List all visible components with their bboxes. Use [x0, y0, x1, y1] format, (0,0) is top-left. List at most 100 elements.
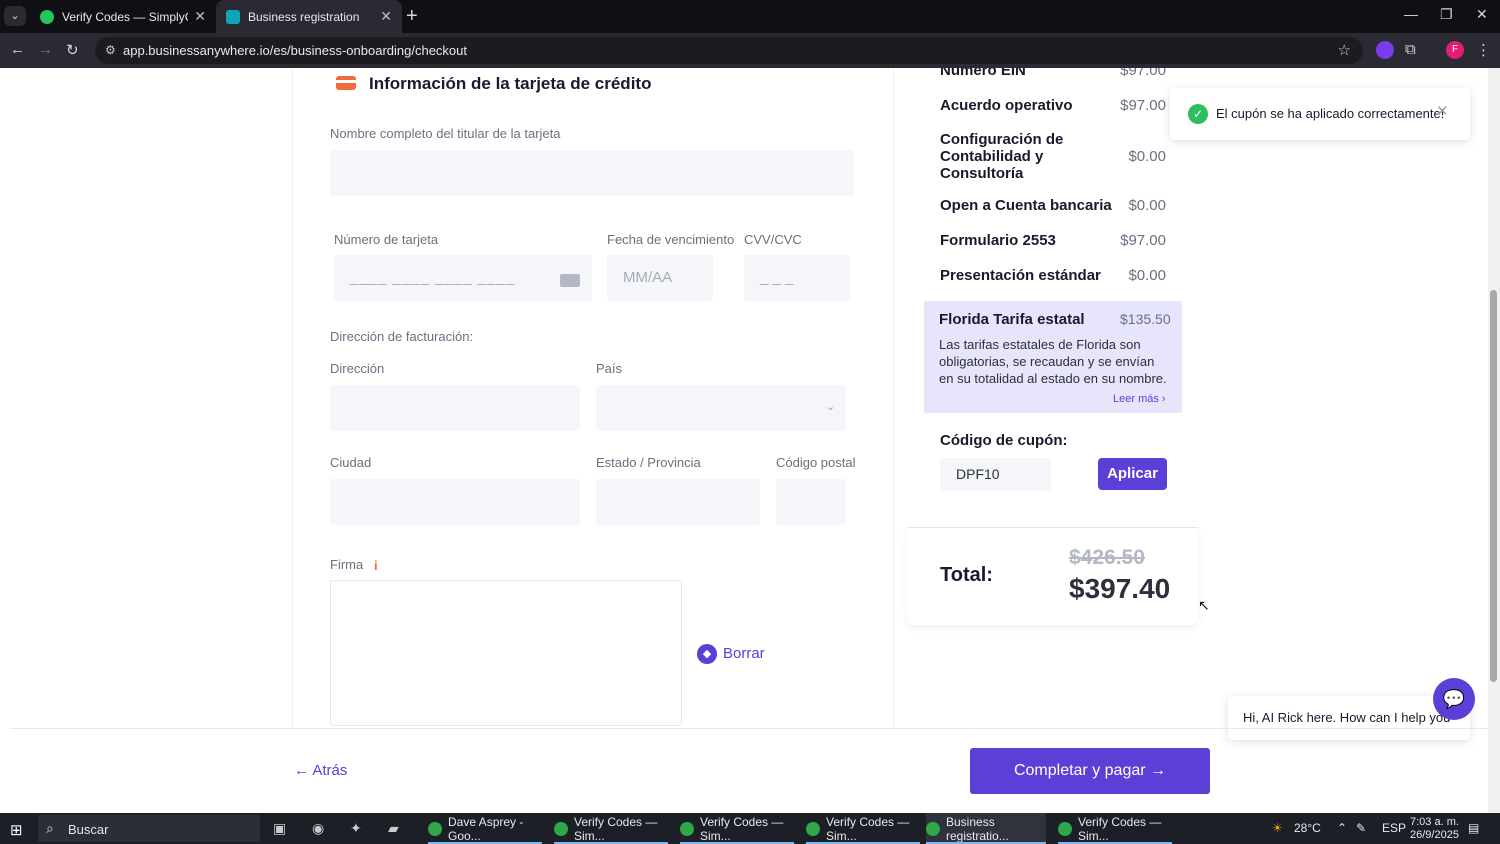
temperature[interactable]: 28°C — [1294, 821, 1321, 835]
cvv-input[interactable]: _ _ _ — [744, 255, 850, 301]
new-tab-icon[interactable]: + — [406, 5, 418, 27]
extension-icon[interactable] — [1376, 41, 1394, 59]
arrow-left-icon: ← — [294, 762, 309, 779]
city-label: Ciudad — [330, 455, 372, 470]
expiry-input[interactable]: MM/AA — [607, 255, 713, 301]
back-icon[interactable]: ← — [10, 41, 25, 58]
back-label: Atrás — [312, 762, 348, 779]
language-indicator[interactable]: ESP — [1382, 821, 1406, 835]
windows-taskbar: ⊞ ⌕ Buscar ▣ ◉ ✦ ▰ Dave Asprey - Goo... … — [0, 813, 1500, 844]
state-input[interactable] — [596, 479, 760, 525]
browser-tab-verify-codes[interactable]: Verify Codes — SimplyCodes ✕ — [30, 0, 216, 33]
task-view-icon[interactable]: ▣ — [273, 820, 286, 837]
zip-input[interactable] — [776, 479, 846, 525]
taskbar-app[interactable]: Business registratio... — [926, 813, 1046, 844]
state-fee-price: $135.50 — [1120, 311, 1171, 327]
signature-label: Firma — [330, 557, 364, 572]
taskbar-app[interactable]: Verify Codes — Sim... — [1058, 813, 1172, 844]
close-tab-icon[interactable]: ✕ — [380, 8, 392, 25]
summary-row: Open a Cuenta bancaria $0.00 — [940, 197, 1166, 214]
original-total: $426.50 — [1069, 546, 1145, 569]
country-select[interactable]: ⌄ — [596, 385, 846, 431]
chrome-icon — [926, 821, 940, 836]
chevron-down-icon: ⌄ — [826, 401, 836, 413]
card-number-input[interactable]: ____ ____ ____ ____ — [334, 255, 592, 301]
cvv-label: CVV/CVC — [744, 232, 802, 247]
info-icon[interactable]: i — [374, 558, 378, 573]
summary-item-name: Acuerdo operativo — [940, 97, 1073, 114]
state-label: Estado / Provincia — [596, 455, 701, 470]
summary-item-price: $97.00 — [1120, 232, 1166, 249]
scrollbar-thumb[interactable] — [1490, 290, 1497, 682]
pay-label: Completar y pagar — [1013, 762, 1146, 779]
summary-row: Formulario 2553 $97.00 — [940, 232, 1166, 249]
signature-pad[interactable] — [330, 580, 682, 726]
expiry-label: Fecha de vencimiento — [607, 232, 735, 247]
address-label: Dirección — [330, 361, 385, 376]
notification-icon[interactable]: ▤ — [1468, 821, 1479, 835]
browser-tab-bar: ⌄ Verify Codes — SimplyCodes ✕ Business … — [0, 0, 1500, 33]
file-explorer-icon[interactable]: ▰ — [388, 820, 399, 837]
weather-icon[interactable]: ☀ — [1272, 821, 1283, 835]
url-bar[interactable]: ⚙ app.businessanywhere.io/es/business-on… — [95, 37, 1363, 64]
chrome-icon — [806, 821, 820, 836]
apply-coupon-button[interactable]: Aplicar — [1098, 458, 1167, 490]
site-info-icon[interactable]: ⚙ — [105, 43, 116, 57]
clock[interactable]: 7:03 a. m. 26/9/2025 — [1410, 816, 1459, 842]
city-input[interactable] — [330, 479, 580, 525]
cardholder-label: Nombre completo del titular de la tarjet… — [330, 126, 561, 141]
minimize-icon[interactable]: — — [1404, 6, 1418, 22]
summary-item-name: Formulario 2553 — [940, 232, 1056, 249]
summary-item-price: $0.00 — [1128, 148, 1166, 165]
check-circle-icon: ✓ — [1188, 104, 1208, 124]
back-button[interactable]: ← Atrás — [294, 762, 347, 779]
taskbar-search[interactable]: ⌕ Buscar — [38, 815, 260, 842]
complete-and-pay-button[interactable]: Completar y pagar → — [970, 748, 1210, 794]
pen-icon[interactable]: ✎ — [1356, 821, 1366, 835]
taskbar-app-label: Verify Codes — Sim... — [574, 814, 658, 843]
chrome-icon[interactable]: ◉ — [312, 820, 324, 837]
chevron-up-icon[interactable]: ⌃ — [1337, 821, 1347, 835]
scrollbar[interactable] — [1488, 68, 1500, 813]
summary-item-price: $0.00 — [1128, 267, 1166, 284]
summary-item-price: $97.00 — [1120, 68, 1166, 79]
search-text: Buscar — [68, 822, 109, 837]
taskbar-app[interactable]: Verify Codes — Sim... — [806, 813, 920, 844]
windows-start-icon[interactable]: ⊞ — [10, 821, 23, 839]
tab-search-icon[interactable]: ⌄ — [4, 6, 26, 26]
maximize-icon[interactable]: ❐ — [1440, 6, 1453, 23]
read-more-label: Leer más — [1113, 393, 1159, 405]
chrome-icon — [428, 821, 442, 836]
expiry-placeholder: MM/AA — [623, 269, 673, 286]
taskbar-app-label: Verify Codes — Sim... — [826, 814, 910, 843]
address-input[interactable] — [330, 385, 580, 431]
profile-avatar[interactable]: F — [1446, 41, 1464, 59]
taskbar-app[interactable]: Verify Codes — Sim... — [554, 813, 668, 844]
read-more-link[interactable]: Leer más › — [1113, 393, 1166, 405]
chat-widget-icon[interactable]: 💬 — [1433, 678, 1475, 720]
taskbar-app[interactable]: Verify Codes — Sim... — [680, 813, 794, 844]
eraser-icon[interactable]: ◆ — [697, 644, 717, 664]
forward-icon[interactable]: → — [38, 41, 53, 58]
clear-signature-button[interactable]: Borrar — [723, 645, 765, 662]
reload-icon[interactable]: ↻ — [66, 41, 79, 59]
app-icon[interactable]: ✦ — [350, 820, 362, 837]
browser-tab-business-registration[interactable]: Business registration ✕ — [216, 0, 402, 33]
state-fee-name: Florida Tarifa estatal — [939, 311, 1085, 328]
country-label: País — [596, 361, 623, 376]
close-window-icon[interactable]: ✕ — [1476, 6, 1488, 23]
zip-label: Código postal — [776, 455, 856, 470]
footer-divider — [10, 728, 1488, 729]
summary-row: Acuerdo operativo $97.00 — [940, 97, 1166, 114]
coupon-input[interactable]: DPF10 — [940, 458, 1051, 491]
close-tab-icon[interactable]: ✕ — [194, 8, 206, 25]
extensions-puzzle-icon[interactable]: ⧉ — [1405, 41, 1416, 58]
taskbar-app-label: Verify Codes — Sim... — [1078, 814, 1162, 843]
bookmark-star-icon[interactable]: ☆ — [1338, 41, 1351, 59]
close-icon[interactable]: ✕ — [1436, 102, 1449, 120]
taskbar-app[interactable]: Dave Asprey - Goo... — [428, 813, 542, 844]
browser-menu-icon[interactable]: ⋮ — [1476, 41, 1491, 59]
cvv-placeholder: _ _ _ — [760, 269, 794, 286]
date: 26/9/2025 — [1410, 829, 1459, 841]
cardholder-name-input[interactable] — [330, 150, 854, 196]
